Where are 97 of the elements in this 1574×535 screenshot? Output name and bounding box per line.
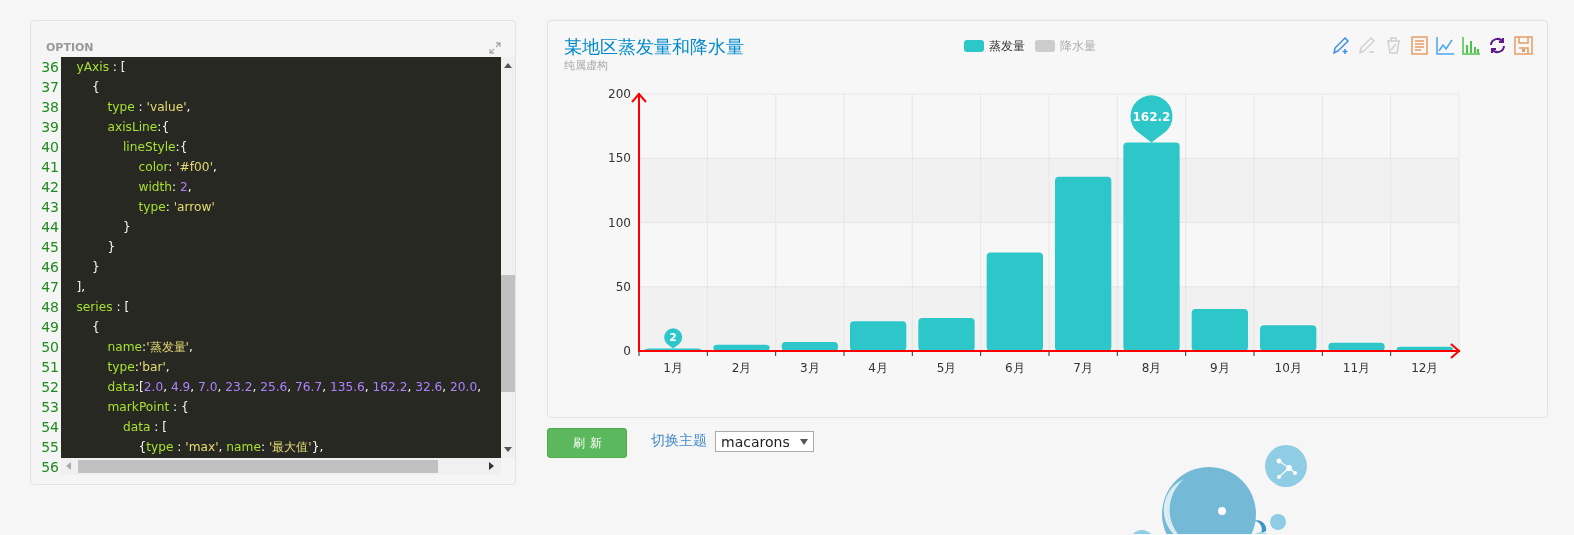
axis-category-label: 8月 xyxy=(1141,361,1162,375)
axis-category-label: 6月 xyxy=(1005,361,1025,375)
code-line: series : [ xyxy=(75,299,131,316)
line-number: 37 xyxy=(40,78,60,97)
expand-icon[interactable] xyxy=(489,42,501,54)
axis-category-label: 5月 xyxy=(936,361,957,375)
bar xyxy=(1328,342,1385,351)
axis-tick-label: 100 xyxy=(608,215,631,230)
code-line: ], xyxy=(75,279,87,296)
line-number: 52 xyxy=(40,378,60,397)
axis-category-label: 11月 xyxy=(1342,361,1371,375)
line-number: 55 xyxy=(40,438,60,457)
marker-label: 162.2 xyxy=(1132,109,1171,124)
bar xyxy=(1260,325,1317,351)
axis-category-label: 12月 xyxy=(1411,361,1439,375)
marker-label: 2 xyxy=(669,331,677,345)
axis-category-label: 1月 xyxy=(663,361,683,375)
code-line: data : [ xyxy=(122,419,169,436)
axis-category-label: 10月 xyxy=(1274,361,1302,375)
code-line: } xyxy=(122,219,132,236)
code-line: color: '#f00', xyxy=(137,159,218,176)
line-number: 54 xyxy=(40,418,60,437)
bar xyxy=(781,342,838,351)
legend-swatch[interactable] xyxy=(964,40,984,52)
code-line: type: 'arrow' xyxy=(137,199,216,216)
line-number: 51 xyxy=(40,358,60,377)
line-number: 43 xyxy=(40,198,60,217)
line-number: 47 xyxy=(40,278,60,297)
theme-link[interactable]: 切换主题 xyxy=(651,432,707,450)
axis-category-label: 7月 xyxy=(1073,361,1093,375)
scroll-right-icon[interactable] xyxy=(489,462,494,470)
legend-label[interactable]: 降水量 xyxy=(1060,37,1096,55)
code-line: yAxis : [ xyxy=(75,59,127,76)
scrollbar-thumb[interactable] xyxy=(78,460,438,473)
bar-chart-icon[interactable] xyxy=(1462,36,1481,55)
marker-pin xyxy=(1130,95,1173,143)
document-icon[interactable] xyxy=(1410,36,1429,55)
line-number: 53 xyxy=(40,398,60,417)
axis-tick-label: 200 xyxy=(608,87,631,101)
chart-subtitle: 纯属虚构 xyxy=(564,58,609,73)
vertical-scrollbar[interactable] xyxy=(501,57,515,458)
code-line: type:'bar', xyxy=(106,359,171,376)
code-line: type : 'value', xyxy=(106,99,192,116)
bar xyxy=(850,321,907,351)
theme-select[interactable]: macarons xyxy=(715,431,814,452)
scrollbar-thumb[interactable] xyxy=(501,275,515,392)
bar xyxy=(713,344,770,351)
dropdown-icon[interactable] xyxy=(800,438,808,445)
scroll-down-icon[interactable] xyxy=(504,447,512,452)
line-number: 38 xyxy=(40,98,60,117)
line-number: 36 xyxy=(40,58,60,77)
refresh-button[interactable]: 刷新 xyxy=(547,428,627,458)
axis-tick-label: 150 xyxy=(608,151,631,166)
code-line: width: 2, xyxy=(137,179,193,196)
code-line: { xyxy=(91,79,101,96)
axis-category-label: 2月 xyxy=(731,361,752,375)
line-number: 41 xyxy=(40,158,60,177)
line-number: 46 xyxy=(40,258,60,277)
code-line: markPoint : { xyxy=(106,399,190,416)
line-chart-icon[interactable] xyxy=(1436,36,1455,55)
bar xyxy=(1191,309,1248,351)
scroll-left-icon[interactable] xyxy=(66,462,71,470)
legend-label[interactable]: 蒸发量 xyxy=(989,37,1025,55)
pencil-plus-icon[interactable] xyxy=(1332,36,1351,55)
chart-title: 某地区蒸发量和降水量 xyxy=(564,36,745,58)
legend-swatch[interactable] xyxy=(1035,40,1055,52)
line-number: 42 xyxy=(40,178,60,197)
code-line: data:[2.0, 4.9, 7.0, 23.2, 25.6, 76.7, 135.6, 162.2, 32.6, 20.0, xyxy=(106,379,483,396)
save-icon[interactable] xyxy=(1514,36,1533,55)
axis-category-label: 4月 xyxy=(868,361,888,375)
bar xyxy=(1396,346,1453,351)
line-number: 50 xyxy=(40,338,60,357)
bar xyxy=(918,318,975,351)
axis-tick-label: 50 xyxy=(615,279,631,294)
refresh-icon[interactable] xyxy=(1488,36,1507,55)
line-number: 39 xyxy=(40,118,60,137)
code-line: } xyxy=(91,259,101,276)
scroll-up-icon[interactable] xyxy=(504,63,512,68)
axis-category-label: 9月 xyxy=(1210,361,1230,375)
code-line: axisLine:{ xyxy=(106,119,171,136)
line-number: 56 xyxy=(40,458,60,477)
line-number: 45 xyxy=(40,238,60,257)
horizontal-scrollbar[interactable] xyxy=(61,458,501,475)
code-line: { xyxy=(91,319,101,336)
code-line: name:'蒸发量', xyxy=(106,339,194,356)
marker-pin xyxy=(664,328,683,349)
line-number: 48 xyxy=(40,298,60,317)
code-line: } xyxy=(106,239,117,256)
panel-title: OPTION xyxy=(46,41,94,54)
axis-category-label: 3月 xyxy=(800,361,820,375)
axis-tick-label: 0 xyxy=(623,344,631,358)
bar xyxy=(645,348,702,352)
code-line: lineStyle:{ xyxy=(122,139,189,156)
line-number: 49 xyxy=(40,318,60,337)
line-number: 44 xyxy=(40,218,60,237)
line-number: 40 xyxy=(40,138,60,157)
code-line: {type : 'max', name: '最大值'}, xyxy=(137,439,325,456)
